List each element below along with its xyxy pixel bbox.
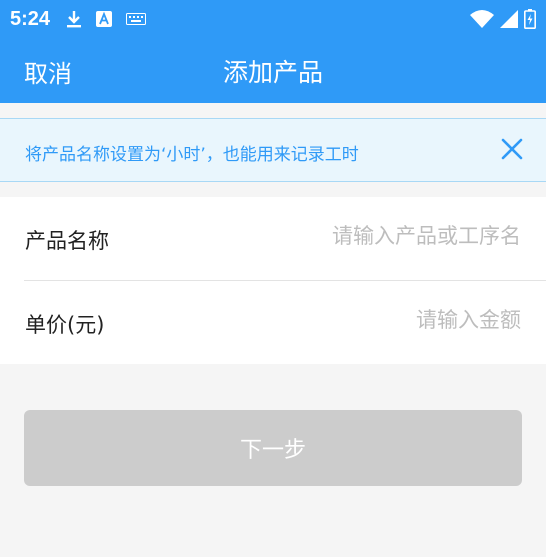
status-time: 5:24 [10,7,51,30]
font-icon [96,11,113,27]
product-name-label: 产品名称 [25,229,109,253]
status-right-icons [470,9,536,29]
info-banner: 将产品名称设置为‘小时’，也能用来记录工时 [0,118,546,182]
app-bar: 5:24 取消 添加产品 [0,0,546,103]
next-step-button[interactable]: 下一步 [24,410,522,486]
product-name-row: 产品名称 [0,197,546,281]
status-bar: 5:24 [0,0,546,38]
download-icon [66,10,82,28]
keyboard-icon [126,13,147,25]
close-icon[interactable] [499,136,525,162]
wifi-icon [470,10,494,28]
signal-icon [500,10,518,28]
product-form: 产品名称 单价(元) [0,197,546,364]
unit-price-input[interactable] [221,308,521,332]
banner-text: 将产品名称设置为‘小时’，也能用来记录工时 [25,145,359,165]
page-title: 添加产品 [222,58,323,87]
toolbar: 取消 添加产品 [0,38,546,103]
unit-price-row: 单价(元) [0,281,546,364]
battery-charging-icon [524,9,536,29]
unit-price-label: 单价(元) [25,313,105,337]
product-name-input[interactable] [221,224,521,248]
status-left-icons [66,10,147,28]
